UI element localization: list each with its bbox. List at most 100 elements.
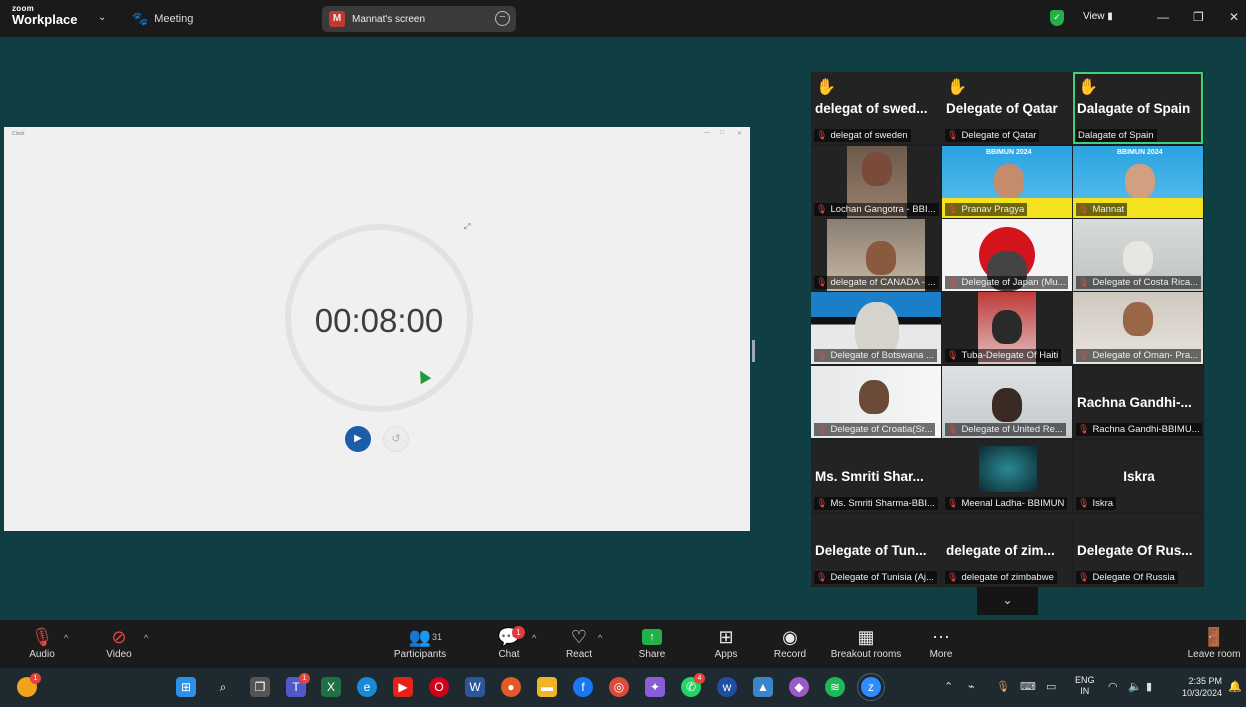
network-status-icon[interactable]: ⌁ xyxy=(968,680,975,693)
chat-label: Chat xyxy=(498,649,520,660)
participant-tile[interactable]: delegate of zim... 🎙 delegate of zimbabwe xyxy=(942,514,1072,586)
whatsapp-icon[interactable]: ✆ 4 xyxy=(681,673,705,697)
participant-tile[interactable]: 🎙 Delegate of Costa Rica... xyxy=(1073,219,1203,291)
wifi-icon[interactable]: ◠ xyxy=(1108,680,1118,693)
participant-tile[interactable]: ✋ Delegate of Qatar 🎙 Delegate of Qatar xyxy=(942,72,1072,144)
copilot-icon[interactable]: ✦ xyxy=(645,677,665,697)
restore-icon[interactable]: ❐ xyxy=(1193,10,1204,24)
participant-tile[interactable]: Delegate Of Rus... 🎙 Delegate Of Russia xyxy=(1073,514,1203,586)
caret-up-icon[interactable]: ^ xyxy=(598,633,602,643)
spotify-icon[interactable]: ≋ xyxy=(825,677,845,697)
caret-up-icon[interactable]: ^ xyxy=(144,633,148,643)
participant-tile[interactable]: BBIMUN 2024 🎙 Pranav Pragya xyxy=(942,146,1072,218)
view-button[interactable]: View ▮ xyxy=(1083,11,1113,22)
opera-icon[interactable]: O xyxy=(429,677,449,697)
app-icon[interactable]: ● xyxy=(501,677,521,697)
presenter-avatar: M xyxy=(329,11,345,27)
react-button[interactable]: ♡ React ^ xyxy=(564,625,602,660)
apps-button[interactable]: ⊞ Apps xyxy=(710,625,742,660)
banner-text: BBIMUN 2024 xyxy=(986,149,1032,156)
participant-tile[interactable]: ✋ Dalagate of Spain Dalagate of Spain xyxy=(1073,72,1203,144)
share-button[interactable]: ↑ Share xyxy=(636,625,668,660)
participant-tile[interactable]: Delegate of Tun... 🎙 Delegate of Tunisia … xyxy=(811,514,941,586)
zoom-app-icon[interactable]: z xyxy=(857,673,885,701)
participant-tile[interactable]: Ms. Smriti Shar... 🎙 Ms. Smriti Sharma-BB… xyxy=(811,440,941,512)
mic-muted-icon: 🎙 xyxy=(1078,277,1090,287)
participant-tile[interactable]: Rachna Gandhi-... 🎙 Rachna Gandhi-BBIMU..… xyxy=(1073,366,1203,438)
participant-tile[interactable]: 🎙 Delegate of Oman- Pra... xyxy=(1073,292,1203,364)
audio-button[interactable]: 🎙 Audio ^ xyxy=(26,625,68,660)
participant-label: 🎙 Delegate of Japan (Mu... xyxy=(945,276,1069,289)
language-indicator[interactable]: ENG IN xyxy=(1075,675,1095,697)
shield-check-icon[interactable]: ✓ xyxy=(1050,10,1064,26)
caret-up-icon[interactable]: ^ xyxy=(532,633,536,643)
display-icon[interactable]: ▭ xyxy=(1046,680,1056,693)
participant-tile[interactable]: 🎙 Delegate of Japan (Mu... xyxy=(942,219,1072,291)
close-icon: ✕ xyxy=(737,131,743,137)
record-label: Record xyxy=(773,649,807,660)
participant-tile[interactable]: 🎙 Delegate of Croatia(Sr... xyxy=(811,366,941,438)
stop-view-icon[interactable]: − xyxy=(495,11,510,26)
notification-badge: 1 xyxy=(30,673,41,684)
app-icon[interactable]: w xyxy=(717,677,737,697)
teams-icon[interactable]: T1 xyxy=(286,673,310,697)
facebook-icon[interactable]: f xyxy=(573,677,593,697)
system-clock[interactable]: 2:35 PM 10/3/2024 xyxy=(1172,675,1222,699)
windows-start-icon[interactable]: ⊞ xyxy=(176,677,196,697)
weather-icon[interactable]: 1 xyxy=(17,673,41,697)
video-button[interactable]: ⊘ Video ^ xyxy=(103,625,148,660)
participant-label: 🎙 Meenal Ladha- BBIMUN xyxy=(945,497,1068,510)
split-handle[interactable] xyxy=(752,340,755,362)
participant-tile[interactable]: Iskra 🎙 Iskra xyxy=(1073,440,1203,512)
screen-share-pill[interactable]: M Mannat's screen − xyxy=(322,6,516,32)
notification-bell-icon[interactable]: 🔔 xyxy=(1228,680,1242,693)
chevron-down-icon[interactable]: ⌄ xyxy=(98,12,106,23)
task-view-icon[interactable]: ❐ xyxy=(250,677,270,697)
leave-room-button[interactable]: 🚪 Leave room xyxy=(1186,625,1242,660)
participant-gallery: ✋ delegat of swed... 🎙 delegat of sweden … xyxy=(811,72,1204,587)
battery-icon[interactable]: ▮ xyxy=(1146,680,1152,693)
excel-icon[interactable]: X xyxy=(321,677,341,697)
chrome-icon[interactable]: ◎ xyxy=(609,677,629,697)
keyboard-icon[interactable]: ⌨ xyxy=(1020,680,1036,693)
mic-muted-icon: 🎙 xyxy=(816,204,828,214)
participant-tile[interactable]: ✋ delegat of swed... 🎙 delegat of sweden xyxy=(811,72,941,144)
close-icon[interactable]: ✕ xyxy=(1229,10,1239,24)
volume-icon[interactable]: 🔈 xyxy=(1128,680,1142,693)
record-button[interactable]: ◉ Record xyxy=(772,625,808,660)
file-explorer-icon[interactable]: ▬ xyxy=(537,677,557,697)
meeting-menu[interactable]: 🐾 Meeting xyxy=(132,11,193,27)
chat-button[interactable]: 💬 1 Chat ^ xyxy=(494,625,536,660)
breakout-rooms-button[interactable]: ▦ Breakout rooms xyxy=(828,625,904,660)
edge-icon[interactable]: e xyxy=(357,677,377,697)
raised-hand-icon: ✋ xyxy=(1078,79,1098,96)
microphone-icon[interactable]: 🎙 xyxy=(996,680,1010,693)
minimize-icon[interactable]: — xyxy=(1157,10,1169,24)
participants-button[interactable]: 👥 31 Participants xyxy=(390,625,450,660)
participant-name-large: Delegate Of Rus... xyxy=(1077,543,1193,558)
participant-label-text: delegate of CANADA - ... xyxy=(830,277,936,288)
photos-icon[interactable]: ▲ xyxy=(753,677,773,697)
search-icon[interactable]: ⌕ xyxy=(213,677,233,697)
youtube-icon[interactable]: ▶ xyxy=(393,677,413,697)
participant-tile[interactable]: 🎙 delegate of CANADA - ... xyxy=(811,219,941,291)
chevron-up-icon[interactable]: ⌃ xyxy=(944,680,953,693)
participant-tile[interactable]: 🎙 Lochan Gangotra - BBI... xyxy=(811,146,941,218)
participant-tile[interactable]: BBIMUN 2024 🎙 Mannat xyxy=(1073,146,1203,218)
app-icon[interactable]: ◆ xyxy=(789,677,809,697)
raised-hand-icon: ✋ xyxy=(947,79,967,96)
gallery-next-page-button[interactable]: ⌄ xyxy=(977,587,1038,615)
mic-muted-icon: 🎙 xyxy=(1078,572,1090,582)
shared-clock-window: Clock — □ ✕ 00:08:00 ⤢ ▶ ↺ xyxy=(4,127,750,531)
caret-up-icon[interactable]: ^ xyxy=(64,633,68,643)
more-button[interactable]: ⋯ More xyxy=(925,625,957,660)
zoom-titlebar: zoom Workplace ⌄ 🐾 Meeting M Mannat's sc… xyxy=(0,0,1246,37)
word-icon[interactable]: W xyxy=(465,677,485,697)
participant-tile[interactable]: 🎙 Delegate of Botswana ... xyxy=(811,292,941,364)
participant-name-large: Delegate of Qatar xyxy=(946,101,1058,116)
participant-tile[interactable]: 🎙 Tuba-Delegate Of Haiti xyxy=(942,292,1072,364)
participant-name-large: Ms. Smriti Shar... xyxy=(815,469,924,484)
mic-muted-icon: 🎙 xyxy=(1078,204,1090,214)
participant-tile[interactable]: 🎙 Meenal Ladha- BBIMUN xyxy=(942,440,1072,512)
participant-tile[interactable]: 🎙 Delegate of United Re... xyxy=(942,366,1072,438)
